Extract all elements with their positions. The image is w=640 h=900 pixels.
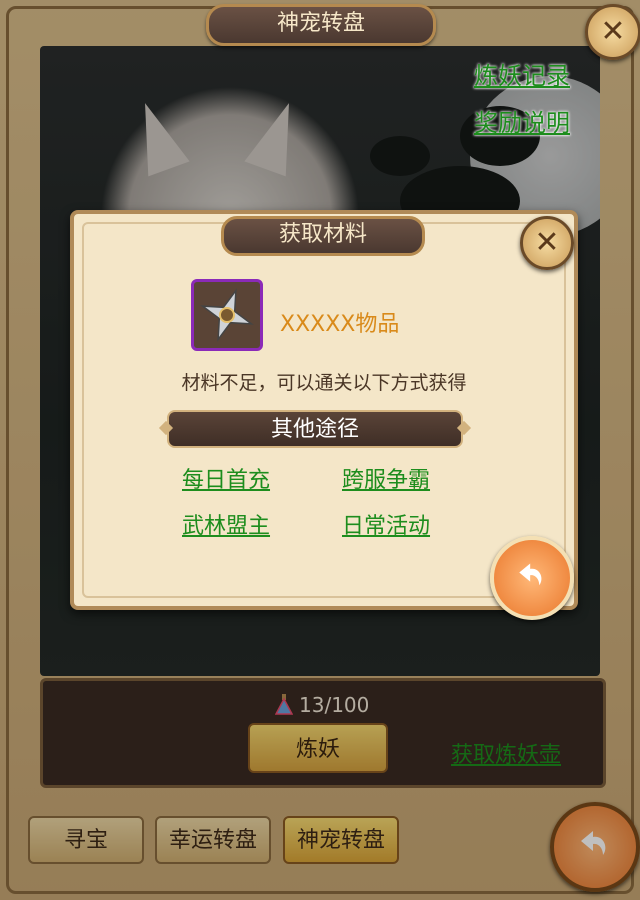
refine-record-link[interactable]: 炼妖记录 [474, 56, 570, 91]
close-popup-button[interactable]: ✕ [520, 216, 574, 270]
way-alliance-leader[interactable]: 武林盟主 [182, 508, 270, 540]
item-slot[interactable] [191, 279, 263, 351]
popup-title: 获取材料 [221, 216, 425, 256]
window-title: 神宠转盘 [206, 4, 436, 46]
way-daily-first-recharge[interactable]: 每日首充 [182, 462, 270, 494]
other-ways-header: 其他途径 [167, 410, 463, 448]
way-cross-server[interactable]: 跨服争霸 [342, 462, 430, 494]
shuriken-icon [200, 288, 254, 342]
insufficient-notice: 材料不足，可以通关以下方式获得 [181, 372, 467, 394]
top-links: 炼妖记录 奖励说明 [474, 56, 570, 150]
reward-info-link[interactable]: 奖励说明 [474, 103, 570, 138]
close-icon: ✕ [600, 14, 626, 49]
popup-back-button[interactable] [490, 536, 574, 620]
close-window-button[interactable]: ✕ [585, 4, 640, 60]
close-icon: ✕ [534, 225, 560, 260]
way-daily-activity[interactable]: 日常活动 [342, 508, 430, 540]
item-name: XXXXX物品 [280, 312, 400, 337]
back-arrow-icon [519, 563, 542, 586]
